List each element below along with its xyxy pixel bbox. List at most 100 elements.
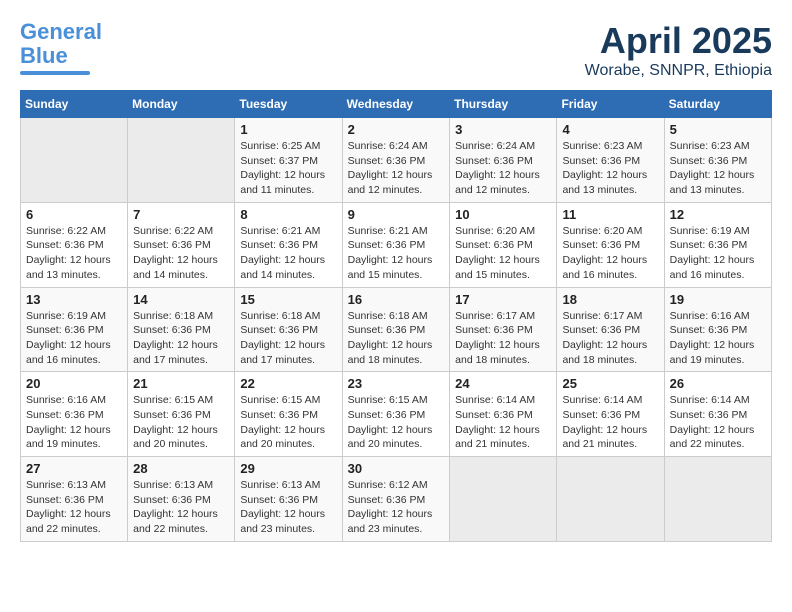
day-number: 9 xyxy=(348,207,445,222)
day-info: Sunrise: 6:18 AMSunset: 6:36 PMDaylight:… xyxy=(240,309,336,368)
sunrise-label: Sunrise: 6:13 AM xyxy=(133,479,213,491)
sunset-label: Sunset: 6:36 PM xyxy=(455,409,533,421)
day-number: 22 xyxy=(240,376,336,391)
sunrise-label: Sunrise: 6:22 AM xyxy=(26,225,106,237)
day-number: 15 xyxy=(240,292,336,307)
daylight-label: Daylight: 12 hours and 15 minutes. xyxy=(348,254,433,281)
calendar-week-row: 13Sunrise: 6:19 AMSunset: 6:36 PMDayligh… xyxy=(21,287,772,372)
logo-text: General Blue xyxy=(20,20,102,68)
sunrise-label: Sunrise: 6:18 AM xyxy=(240,310,320,322)
calendar-cell: 15 Sunrise: 6:18 AMSunset: 6:36 PMDayligh… xyxy=(235,287,342,372)
day-number: 10 xyxy=(455,207,551,222)
sunset-label: Sunset: 6:36 PM xyxy=(670,409,748,421)
calendar-cell: 18Sunrise: 6:17 AMSunset: 6:36 PMDayligh… xyxy=(557,287,664,372)
day-info: Sunrise: 6:20 AMSunset: 6:36 PMDaylight:… xyxy=(562,224,658,283)
daylight-label: Daylight: 12 hours and 13 minutes. xyxy=(26,254,111,281)
sunrise-label: Sunrise: 6:16 AM xyxy=(670,310,750,322)
calendar-cell: 25Sunrise: 6:14 AMSunset: 6:36 PMDayligh… xyxy=(557,372,664,457)
sunset-label: Sunset: 6:36 PM xyxy=(455,155,533,167)
sunrise-label: Sunrise: 6:13 AM xyxy=(26,479,106,491)
sunset-label: Sunset: 6:36 PM xyxy=(133,494,211,506)
daylight-label: Daylight: 12 hours and 18 minutes. xyxy=(455,339,540,366)
day-number: 8 xyxy=(240,207,336,222)
daylight-label: Daylight: 12 hours and 19 minutes. xyxy=(670,339,755,366)
sunset-label: Sunset: 6:36 PM xyxy=(562,155,640,167)
day-number: 5 xyxy=(670,122,766,137)
day-number: 26 xyxy=(670,376,766,391)
day-info: Sunrise: 6:22 AMSunset: 6:36 PMDaylight:… xyxy=(26,224,122,283)
daylight-label: Daylight: 12 hours and 13 minutes. xyxy=(562,169,647,196)
calendar-cell: 21Sunrise: 6:15 AMSunset: 6:36 PMDayligh… xyxy=(128,372,235,457)
calendar-cell: 20Sunrise: 6:16 AMSunset: 6:36 PMDayligh… xyxy=(21,372,128,457)
daylight-label: Daylight: 12 hours and 15 minutes. xyxy=(455,254,540,281)
day-number: 27 xyxy=(26,461,122,476)
sunrise-label: Sunrise: 6:24 AM xyxy=(348,140,428,152)
sunrise-label: Sunrise: 6:14 AM xyxy=(455,394,535,406)
day-info: Sunrise: 6:19 AMSunset: 6:36 PMDaylight:… xyxy=(670,224,766,283)
day-info: Sunrise: 6:15 AMSunset: 6:36 PMDaylight:… xyxy=(240,393,336,452)
weekday-label: Friday xyxy=(557,91,664,118)
day-number: 19 xyxy=(670,292,766,307)
day-info: Sunrise: 6:13 AMSunset: 6:36 PMDaylight:… xyxy=(133,478,229,537)
sunrise-label: Sunrise: 6:16 AM xyxy=(26,394,106,406)
sunset-label: Sunset: 6:36 PM xyxy=(562,324,640,336)
day-number: 12 xyxy=(670,207,766,222)
day-number: 14 xyxy=(133,292,229,307)
calendar-cell: 29Sunrise: 6:13 AMSunset: 6:36 PMDayligh… xyxy=(235,457,342,542)
calendar-cell: 22 Sunrise: 6:15 AMSunset: 6:36 PMDayligh… xyxy=(235,372,342,457)
sunset-label: Sunset: 6:36 PM xyxy=(455,239,533,251)
daylight-label: Daylight: 12 hours and 20 minutes. xyxy=(348,424,433,451)
sunrise-label: Sunrise: 6:19 AM xyxy=(26,310,106,322)
day-number: 18 xyxy=(562,292,658,307)
daylight-label: Daylight: 12 hours and 12 minutes. xyxy=(348,169,433,196)
month-year: April 2025 xyxy=(585,20,772,62)
day-number: 4 xyxy=(562,122,658,137)
sunrise-label: Sunrise: 6:15 AM xyxy=(133,394,213,406)
calendar-cell: 2 Sunrise: 6:24 AMSunset: 6:36 PMDaylight… xyxy=(342,118,450,203)
day-info: Sunrise: 6:12 AMSunset: 6:36 PMDaylight:… xyxy=(348,478,445,537)
sunrise-label: Sunrise: 6:13 AM xyxy=(240,479,320,491)
calendar-cell: 5 Sunrise: 6:23 AMSunset: 6:36 PMDaylight… xyxy=(664,118,771,203)
calendar-week-row: 20 Sunrise: 6:16 AM Sunset: 6:36 PM Dayligh… xyxy=(21,372,772,457)
day-info: Sunrise: 6:18 AMSunset: 6:36 PMDaylight:… xyxy=(348,309,445,368)
sunrise-label: Sunrise: 6:18 AM xyxy=(133,310,213,322)
sunset-label: Sunset: 6:36 PM xyxy=(133,324,211,336)
weekday-header-row: SundayMondayTuesdayWednesdayThursdayFrid… xyxy=(21,91,772,118)
weekday-label: Saturday xyxy=(664,91,771,118)
calendar-cell: 12Sunrise: 6:19 AMSunset: 6:36 PMDayligh… xyxy=(664,202,771,287)
sunset-label: Sunset: 6:36 PM xyxy=(670,239,748,251)
sunrise-label: Sunrise: 6:15 AM xyxy=(348,394,428,406)
logo-general: General xyxy=(20,19,102,44)
sunset-label: Sunset: 6:36 PM xyxy=(562,409,640,421)
calendar-cell: 6Sunrise: 6:22 AMSunset: 6:36 PMDaylight… xyxy=(21,202,128,287)
day-info: Sunrise: 6:23 AMSunset: 6:36 PMDaylight:… xyxy=(670,139,766,198)
day-info: Sunrise: 6:14 AMSunset: 6:36 PMDaylight:… xyxy=(670,393,766,452)
calendar-cell: 7Sunrise: 6:22 AMSunset: 6:36 PMDaylight… xyxy=(128,202,235,287)
logo-bar xyxy=(20,71,90,75)
calendar-cell: 13Sunrise: 6:19 AMSunset: 6:36 PMDayligh… xyxy=(21,287,128,372)
sunset-label: Sunset: 6:36 PM xyxy=(240,494,318,506)
sunset-label: Sunset: 6:36 PM xyxy=(562,239,640,251)
day-number: 29 xyxy=(240,461,336,476)
calendar-cell: 10Sunrise: 6:20 AMSunset: 6:36 PMDayligh… xyxy=(450,202,557,287)
sunset-label: Sunset: 6:37 PM xyxy=(240,155,318,167)
day-number: 20 xyxy=(26,376,122,391)
sunset-label: Sunset: 6:36 PM xyxy=(348,239,426,251)
day-info: Sunrise: 6:21 AMSunset: 6:36 PMDaylight:… xyxy=(240,224,336,283)
sunset-label: Sunset: 6:36 PM xyxy=(670,155,748,167)
weekday-label: Wednesday xyxy=(342,91,450,118)
calendar-cell: 17Sunrise: 6:17 AMSunset: 6:36 PMDayligh… xyxy=(450,287,557,372)
weekday-label: Monday xyxy=(128,91,235,118)
daylight-label: Daylight: 12 hours and 20 minutes. xyxy=(133,424,218,451)
day-info: Sunrise: 6:24 AMSunset: 6:36 PMDaylight:… xyxy=(348,139,445,198)
calendar-week-row: 1Sunrise: 6:25 AMSunset: 6:37 PMDaylight… xyxy=(21,118,772,203)
day-info: Sunrise: 6:17 AMSunset: 6:36 PMDaylight:… xyxy=(455,309,551,368)
sunset-label: Sunset: 6:36 PM xyxy=(240,409,318,421)
sunrise-label: Sunrise: 6:19 AM xyxy=(670,225,750,237)
calendar-cell: 24Sunrise: 6:14 AMSunset: 6:36 PMDayligh… xyxy=(450,372,557,457)
day-number: 24 xyxy=(455,376,551,391)
day-number: 2 xyxy=(348,122,445,137)
calendar-cell: 3Sunrise: 6:24 AMSunset: 6:36 PMDaylight… xyxy=(450,118,557,203)
calendar-cell xyxy=(557,457,664,542)
day-info: Sunrise: 6:24 AMSunset: 6:36 PMDaylight:… xyxy=(455,139,551,198)
